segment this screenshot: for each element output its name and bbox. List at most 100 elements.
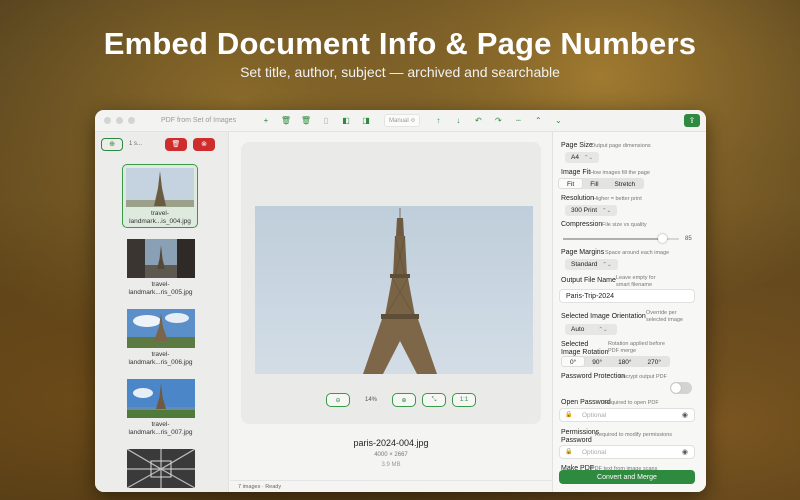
thumbnail-image <box>126 168 194 207</box>
eye-icon[interactable]: ◉ <box>682 448 688 456</box>
rotate-left-icon[interactable]: ↶ <box>468 116 488 125</box>
thumbnail-image <box>126 379 195 418</box>
share-icon: ⇪ <box>688 116 696 125</box>
separator-icon[interactable]: ┄ <box>508 116 528 125</box>
compression-value: 85 <box>685 236 692 242</box>
permissions-password-field[interactable]: 🔒 Optional ◉ <box>559 445 695 459</box>
zoom-out-button[interactable]: ⊖ <box>326 393 350 407</box>
close-circle-icon: ⊗ <box>201 141 207 148</box>
image-fit-option-stretch[interactable]: Stretch <box>607 179 644 188</box>
thumbnail-image <box>126 239 195 278</box>
compression-slider-knob[interactable] <box>658 234 667 243</box>
thumbnail-caption: travel- landmark...ris_005.jpg <box>128 281 193 296</box>
chevron-updown-icon: ⌃⌄ <box>602 262 612 268</box>
thumbnail-item[interactable]: travel- landmark...is_004.jpg <box>122 164 198 228</box>
page-margins-select[interactable]: Standard ⌃⌄ <box>565 259 618 270</box>
image-sidebar: ⊕ 1 s... 🗑 ⊗ travel- landmark...is_004.j… <box>95 132 229 492</box>
compression-slider[interactable] <box>563 234 679 243</box>
password-protection-toggle[interactable] <box>670 382 692 394</box>
fit-to-window-button[interactable]: ⤡ <box>422 393 446 407</box>
preview-file-name: paris-2024-004.jpg <box>353 438 429 448</box>
lock-icon: 🔒 <box>565 449 573 455</box>
open-password-field[interactable]: 🔒 Optional ◉ <box>559 408 695 422</box>
window-controls <box>104 117 135 124</box>
trash-icon[interactable]: 🗑 <box>276 116 296 125</box>
page-size-label: Page Size <box>561 142 593 149</box>
hero-subtitle: Set title, author, subject — archived an… <box>240 64 560 80</box>
preview-card: ⊖ 14% ⊕ ⤡ 1:1 <box>241 142 541 424</box>
output-file-name-input[interactable]: Paris-Trip-2024 <box>559 289 695 303</box>
thumbnail-item[interactable]: travel- landmark...ris_007.jpg <box>123 376 198 440</box>
compression-slider-fill <box>563 238 662 240</box>
thumbnail-item[interactable] <box>123 446 198 492</box>
sidebar-right-icon[interactable]: ◨ <box>356 116 376 125</box>
arrow-up-icon[interactable]: ↑ <box>428 116 448 125</box>
hero-title: Embed Document Info & Page Numbers <box>103 26 697 61</box>
page-size-select[interactable]: A4 ⌃⌄ <box>565 152 600 163</box>
chevron-up-icon[interactable]: ⌃ <box>528 116 548 125</box>
chevron-down-icon[interactable]: ⌄ <box>548 116 568 125</box>
thumbnail-item[interactable]: travel- landmark...ris_006.jpg <box>123 306 198 370</box>
sidebar-left-icon[interactable]: ◧ <box>336 116 356 125</box>
add-image-button[interactable]: ⊕ <box>101 137 123 151</box>
share-button[interactable]: ⇪ <box>684 114 700 127</box>
permissions-password-placeholder: Optional <box>582 449 607 456</box>
close-window-button[interactable] <box>104 117 111 124</box>
thumbnail-caption: travel- landmark...ris_007.jpg <box>128 421 193 436</box>
lock-icon: 🔒 <box>565 412 573 418</box>
trash-all-icon[interactable]: 🗑 <box>296 116 316 125</box>
zoom-in-button[interactable]: ⊕ <box>392 393 416 407</box>
image-fit-option-fill[interactable]: Fill <box>582 179 606 188</box>
chevron-updown-icon: ⌃⌄ <box>598 327 608 333</box>
thumbnail-item[interactable]: travel- landmark...ris_005.jpg <box>123 236 198 300</box>
resolution-hint: Higher = better print <box>593 196 642 202</box>
arrow-down-icon[interactable]: ↓ <box>448 116 468 125</box>
rotation-option-90[interactable]: 90° <box>584 357 610 366</box>
zoom-in-icon: ⊕ <box>401 397 407 404</box>
chevron-updown-icon: ⌃⌄ <box>602 208 612 214</box>
delete-selected-button[interactable]: 🗑 <box>165 137 187 151</box>
eye-icon[interactable]: ◉ <box>682 411 688 419</box>
zoom-window-button[interactable] <box>128 117 135 124</box>
rotation-option-0[interactable]: 0° <box>562 357 585 366</box>
page-margins-hint: Space around each image <box>605 250 670 256</box>
preview-file-size: 3.9 MB <box>381 462 401 468</box>
zoom-controls: ⊖ 14% ⊕ ⤡ 1:1 <box>326 393 476 407</box>
password-protection-label: Password Protection <box>561 373 626 380</box>
sort-mode-select[interactable]: Manual ≎ <box>384 114 421 127</box>
plus-circle-icon: ⊕ <box>109 141 115 148</box>
thumbnail-caption: travel- landmark...is_004.jpg <box>129 210 191 225</box>
orientation-label: Selected Image Orientation <box>561 313 646 320</box>
password-protection-hint: Encrypt output PDF <box>619 374 667 380</box>
document-icon[interactable]: ▯ <box>316 116 336 125</box>
image-fit-label: Image Fit <box>561 169 591 176</box>
minimize-window-button[interactable] <box>116 117 123 124</box>
rotate-right-icon[interactable]: ↷ <box>488 116 508 125</box>
resolution-label: Resolution <box>561 195 595 202</box>
sidebar-toolbar: ⊕ 1 s... 🗑 ⊗ <box>95 132 228 156</box>
image-fit-segmented: Fit Fill Stretch <box>558 178 645 189</box>
convert-and-merge-button[interactable]: Convert and Merge <box>559 470 695 484</box>
permissions-password-label: Permissions Password <box>561 429 600 444</box>
clear-all-button[interactable]: ⊗ <box>193 137 215 151</box>
chevron-updown-icon: ⌃⌄ <box>583 155 594 161</box>
compression-label: Compression <box>561 221 603 228</box>
image-fit-option-fit[interactable]: Fit <box>559 179 583 188</box>
page-size-hint: Output page dimensions <box>591 143 651 149</box>
rotation-option-270[interactable]: 270° <box>640 357 669 366</box>
thumbnail-image <box>126 449 195 488</box>
actual-size-button[interactable]: 1:1 <box>452 393 476 407</box>
window-title: PDF from Set of Images <box>161 117 237 124</box>
rotation-label: Selected Image Rotation <box>561 341 609 356</box>
resolution-select[interactable]: 300 Print ⌃⌄ <box>565 205 618 216</box>
compression-hint: File size vs quality <box>602 222 647 228</box>
output-file-name-label: Output File Name <box>561 277 616 284</box>
rotation-option-180[interactable]: 180° <box>610 357 639 366</box>
orientation-select[interactable]: Auto ⌃⌄ <box>565 324 617 335</box>
plus-icon[interactable]: + <box>256 116 276 125</box>
app-window: PDF from Set of Images + 🗑 🗑 ▯ ◧ ◨ Manua… <box>95 110 706 492</box>
rotation-hint: Rotation applied before PDF merge <box>608 341 665 354</box>
thumbnail-caption: travel- landmark...ris_006.jpg <box>128 351 193 366</box>
preview-image <box>255 206 533 374</box>
open-password-hint: Required to open PDF <box>604 400 659 406</box>
